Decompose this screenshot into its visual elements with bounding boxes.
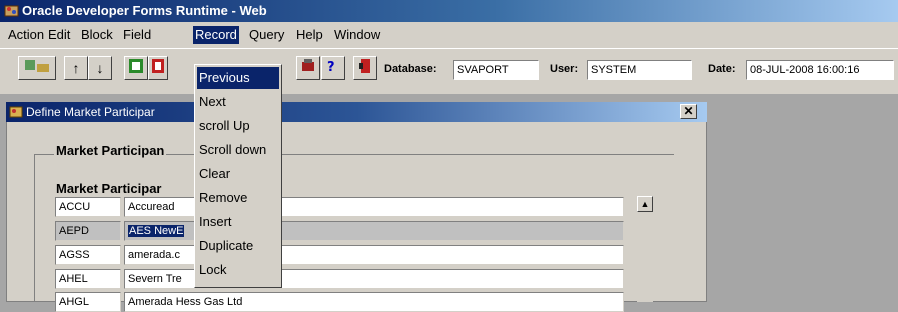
database-field[interactable]: SVAPORT: [453, 60, 539, 80]
menu-field[interactable]: Field: [121, 26, 153, 44]
participant-name-cell[interactable]: Amerada Hess Gas Ltd: [124, 292, 624, 312]
menu-block[interactable]: Block: [79, 26, 115, 44]
insert-record-icon[interactable]: [124, 56, 148, 80]
participant-code-cell[interactable]: AHGL: [55, 292, 121, 312]
menu-item-scroll-up[interactable]: scroll Up: [197, 115, 279, 137]
menu-bar: Action Edit Block Field Record Query Hel…: [0, 22, 898, 48]
menu-item-lock[interactable]: Lock: [197, 259, 279, 281]
menu-item-previous[interactable]: Previous: [197, 67, 279, 89]
participant-code-cell[interactable]: ACCU: [55, 197, 121, 217]
user-label: User:: [550, 63, 579, 75]
menu-item-duplicate[interactable]: Duplicate: [197, 235, 279, 257]
date-field[interactable]: 08-JUL-2008 16:00:16: [746, 60, 894, 80]
scroll-up-arrow-icon[interactable]: ▲: [637, 196, 653, 212]
arrow-up-icon[interactable]: ↑: [64, 56, 88, 80]
menu-item-next[interactable]: Next: [197, 91, 279, 113]
menu-item-insert[interactable]: Insert: [197, 211, 279, 233]
svg-text:?: ?: [327, 60, 335, 75]
arrow-down-icon[interactable]: ↓: [88, 56, 112, 80]
window-title: Oracle Developer Forms Runtime - Web: [22, 3, 267, 18]
toolbar: ↑ ↓ ? Database: SVAPORT User: SYSTEM Dat…: [0, 48, 898, 94]
menu-window[interactable]: Window: [332, 26, 382, 44]
save-icon[interactable]: [18, 56, 56, 80]
exit-icon[interactable]: [353, 56, 377, 80]
menu-record[interactable]: Record: [193, 26, 239, 44]
menu-item-remove[interactable]: Remove: [197, 187, 279, 209]
window-title-bar: Oracle Developer Forms Runtime - Web: [0, 0, 898, 22]
oracle-app-icon: [4, 5, 19, 17]
form-window-icon: [9, 106, 23, 118]
print-icon[interactable]: [296, 56, 320, 80]
database-label: Database:: [384, 63, 437, 75]
menu-item-clear[interactable]: Clear: [197, 163, 279, 185]
menu-help[interactable]: Help: [294, 26, 325, 44]
user-field[interactable]: SYSTEM: [587, 60, 692, 80]
participant-code-cell[interactable]: AGSS: [55, 245, 121, 265]
form-window-title-bar: Define Market Participar: [6, 102, 707, 122]
participant-code-cell[interactable]: AHEL: [55, 269, 121, 289]
menu-item-scroll-down[interactable]: Scroll down: [197, 139, 279, 161]
date-label: Date:: [708, 63, 736, 75]
record-menu-dropdown: Previous Next scroll Up Scroll down Clea…: [194, 64, 282, 288]
help-icon[interactable]: ?: [321, 56, 345, 80]
close-icon[interactable]: ✕: [680, 104, 697, 119]
participant-code-cell[interactable]: AEPD: [55, 221, 121, 241]
delete-record-icon[interactable]: [148, 56, 168, 80]
menu-edit[interactable]: Edit: [46, 26, 72, 44]
form-window-title: Define Market Participar: [26, 105, 155, 119]
selected-text: AES NewE: [128, 225, 185, 237]
menu-query[interactable]: Query: [247, 26, 286, 44]
section-title: Market Participar: [56, 181, 162, 196]
menu-action[interactable]: Action: [6, 26, 46, 44]
frame-title: Market Participan: [54, 143, 167, 158]
